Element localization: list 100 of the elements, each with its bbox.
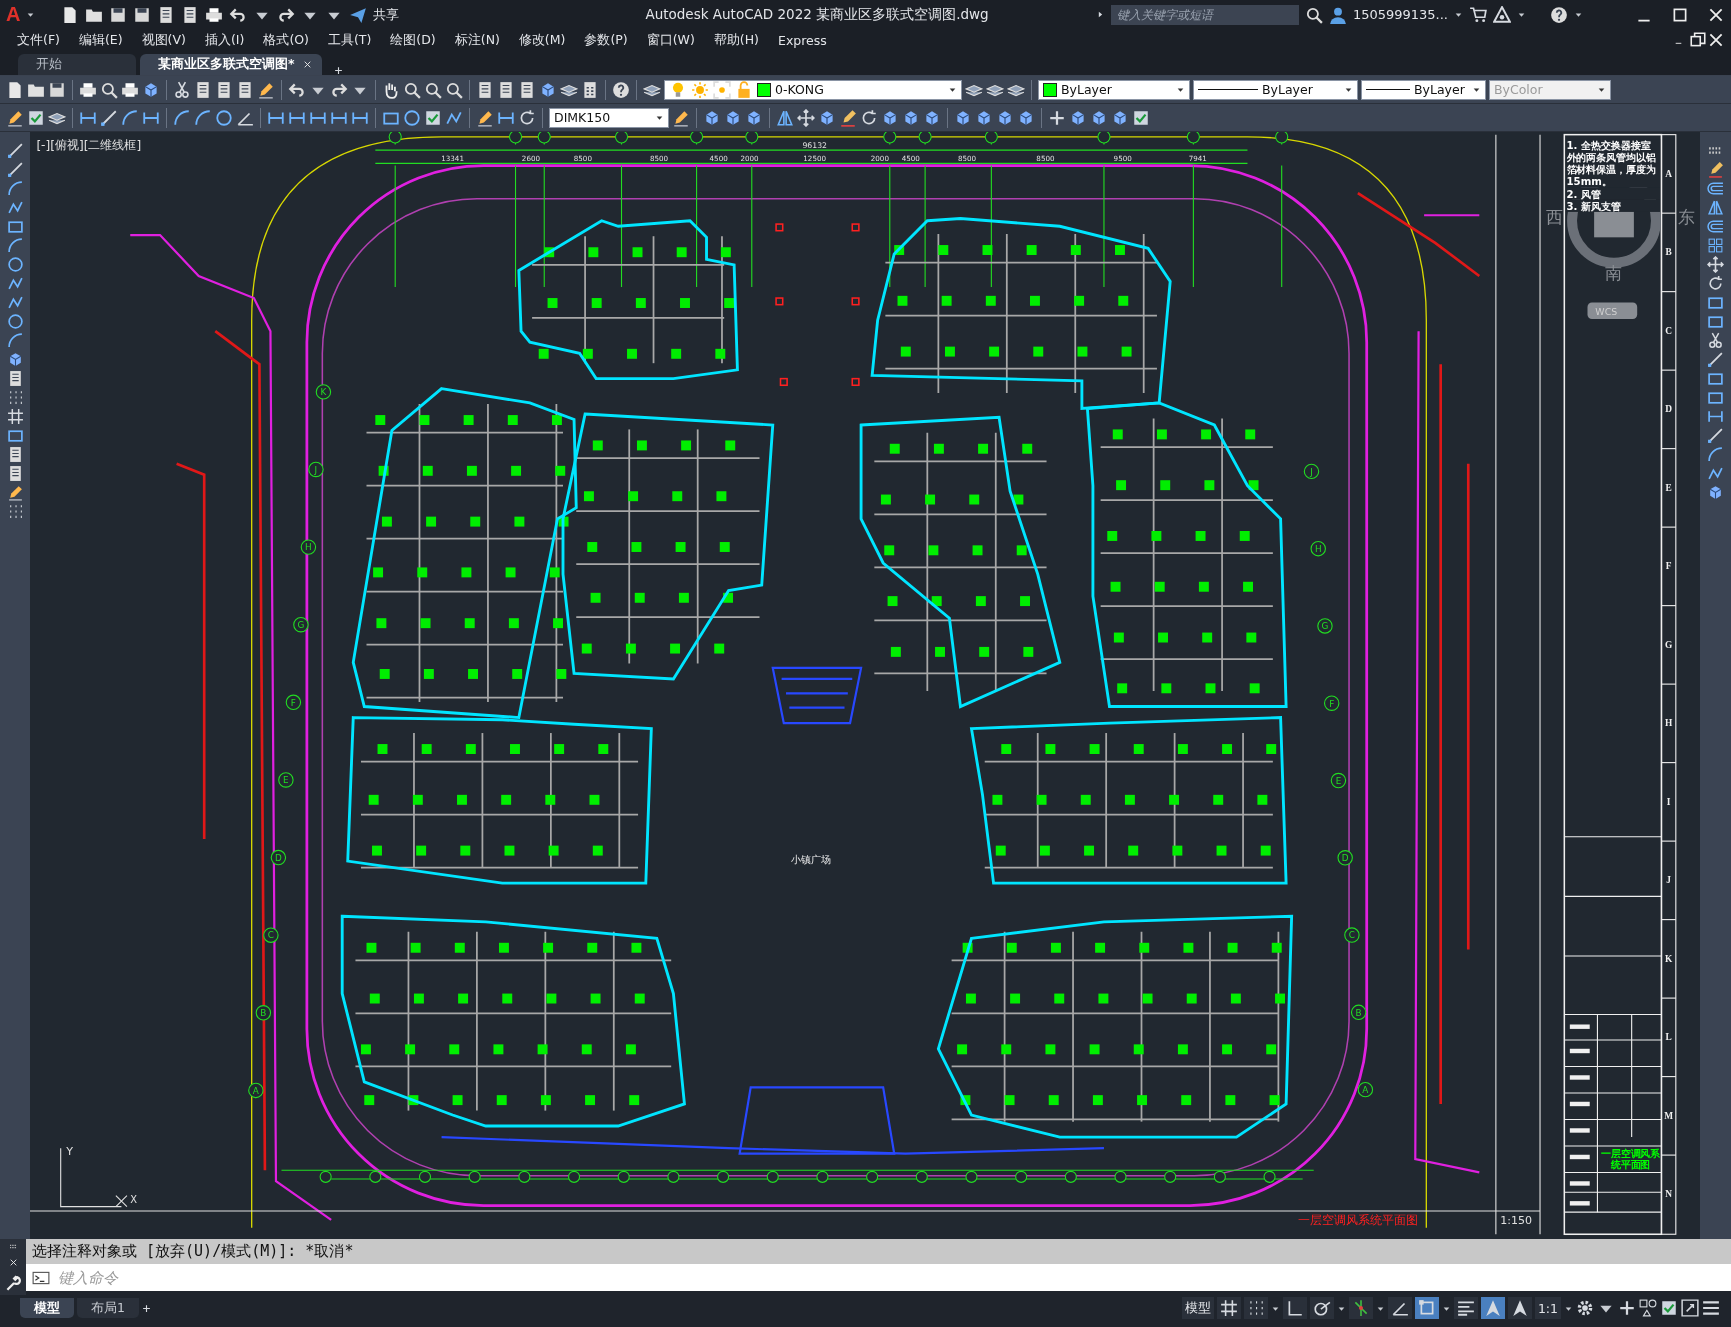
sheet-icon[interactable]: [236, 80, 254, 99]
caret-icon[interactable]: [1574, 10, 1583, 19]
menu-item[interactable]: Express: [771, 32, 839, 48]
rectangle-icon[interactable]: [1707, 370, 1724, 387]
caret-icon[interactable]: [26, 10, 36, 19]
annotation-scale-button[interactable]: 1:1: [1534, 1297, 1561, 1319]
polyline-icon[interactable]: [6, 294, 24, 311]
pencil-icon[interactable]: [476, 108, 494, 127]
arc-icon[interactable]: [6, 237, 24, 254]
model-space-button[interactable]: 模型: [1181, 1297, 1214, 1319]
polyline-icon[interactable]: [6, 275, 24, 292]
save-icon[interactable]: [48, 80, 66, 99]
dropdown[interactable]: DIMK150: [549, 107, 669, 128]
lineweight-toggle[interactable]: [1453, 1297, 1478, 1319]
scissors-icon[interactable]: [1707, 332, 1724, 349]
menu-item[interactable]: 参数(P): [577, 31, 640, 49]
eraser-icon[interactable]: [839, 108, 857, 127]
dropdown[interactable]: 0-KONG: [664, 79, 962, 100]
help-icon[interactable]: [612, 80, 630, 99]
check-icon[interactable]: [1132, 108, 1150, 127]
circle-icon[interactable]: [6, 256, 24, 273]
zoom-icon[interactable]: [100, 80, 118, 99]
save-icon[interactable]: [133, 5, 152, 24]
mirror-icon[interactable]: [1707, 199, 1724, 216]
zoom-icon[interactable]: [424, 80, 442, 99]
check-icon[interactable]: [1660, 1299, 1678, 1317]
angle-toggle[interactable]: [1387, 1297, 1412, 1319]
printer-icon[interactable]: [205, 5, 224, 24]
menu-item[interactable]: 标注(N): [447, 31, 512, 49]
ortho-toggle[interactable]: [1282, 1297, 1307, 1319]
plus-icon[interactable]: [141, 1303, 151, 1313]
dimension-icon[interactable]: [1707, 408, 1724, 425]
padlock-icon[interactable]: [735, 80, 753, 99]
file-tab[interactable]: 开始: [18, 54, 136, 75]
rectangle-icon[interactable]: [6, 218, 24, 235]
zoom-icon[interactable]: [403, 80, 421, 99]
share-button[interactable]: 共享: [373, 5, 400, 24]
rotate-icon[interactable]: [518, 108, 536, 127]
menu-icon[interactable]: [1702, 1299, 1720, 1317]
user-icon[interactable]: [1328, 5, 1347, 24]
check-icon[interactable]: [27, 108, 45, 127]
menu-item[interactable]: 工具(T): [320, 31, 384, 49]
caret-icon[interactable]: [948, 85, 957, 94]
sun-icon[interactable]: [691, 80, 709, 99]
rectangle-icon[interactable]: [1707, 389, 1724, 406]
polar-toggle[interactable]: [1309, 1297, 1334, 1319]
move-icon[interactable]: [797, 108, 815, 127]
shapes-icon[interactable]: [1639, 1299, 1657, 1317]
pencil-icon[interactable]: [672, 108, 690, 127]
annotation-toggle[interactable]: [1480, 1297, 1505, 1319]
document-icon[interactable]: [6, 80, 24, 99]
rectangle-icon[interactable]: [1707, 294, 1724, 311]
dots-toggle[interactable]: [1243, 1297, 1268, 1319]
layout-tab[interactable]: 布局1: [77, 1298, 139, 1318]
wrench-icon[interactable]: [4, 1273, 22, 1292]
close-icon[interactable]: [8, 1258, 18, 1267]
zoom-icon[interactable]: [1304, 5, 1323, 24]
circle-icon[interactable]: [215, 108, 233, 127]
line-icon[interactable]: [1707, 351, 1724, 368]
plus-icon[interactable]: [333, 66, 343, 75]
menu-item[interactable]: 编辑(E): [71, 31, 135, 49]
dropdown[interactable]: ByLayer: [1038, 79, 1190, 100]
user-name[interactable]: 1505999135...: [1352, 7, 1448, 22]
caret-icon[interactable]: [1344, 85, 1353, 94]
app-logo[interactable]: A: [6, 3, 21, 26]
arc-icon[interactable]: [173, 108, 191, 127]
line-icon[interactable]: [1707, 427, 1724, 444]
tracking-toggle[interactable]: [1348, 1297, 1373, 1319]
caret-icon[interactable]: [1454, 10, 1463, 19]
sheet-icon[interactable]: [497, 80, 515, 99]
menu-item[interactable]: 格式(O): [256, 31, 321, 49]
viewport-label[interactable]: [-][俯视][二维线框]: [36, 138, 142, 152]
paper-plane-icon[interactable]: [349, 5, 368, 24]
line-icon[interactable]: [6, 161, 24, 178]
scissors-icon[interactable]: [173, 80, 191, 99]
polyline-icon[interactable]: [1707, 465, 1724, 482]
rectangle-icon[interactable]: [1707, 313, 1724, 330]
rectangle-icon[interactable]: [6, 427, 24, 444]
caret-icon[interactable]: [1517, 10, 1526, 19]
arc-icon[interactable]: [1707, 446, 1724, 463]
arc-icon[interactable]: [194, 108, 212, 127]
caret-icon[interactable]: [655, 113, 664, 122]
arc-icon[interactable]: [6, 180, 24, 197]
rotate-icon[interactable]: [1707, 275, 1724, 292]
grid-toggle[interactable]: [1216, 1297, 1241, 1319]
menu-item[interactable]: 文件(F): [10, 31, 72, 49]
file-tab[interactable]: 某商业区多联式空调图*: [140, 54, 322, 75]
command-field[interactable]: 键入命令: [26, 1264, 1731, 1291]
menu-item[interactable]: 插入(I): [197, 31, 257, 49]
object-snap-toggle[interactable]: [1414, 1297, 1439, 1319]
pencil-icon[interactable]: [6, 484, 24, 501]
zoom-icon[interactable]: [445, 80, 463, 99]
compass-west[interactable]: 西: [1545, 207, 1563, 227]
dropdown[interactable]: ByLayer: [1193, 79, 1358, 100]
menu-item[interactable]: 窗口(W): [639, 31, 707, 49]
annotation-toggle[interactable]: [1507, 1297, 1532, 1319]
polyline-icon[interactable]: [6, 199, 24, 216]
offset-icon[interactable]: [1707, 180, 1724, 197]
close-icon[interactable]: [302, 60, 312, 69]
close-icon[interactable]: [1707, 31, 1725, 49]
